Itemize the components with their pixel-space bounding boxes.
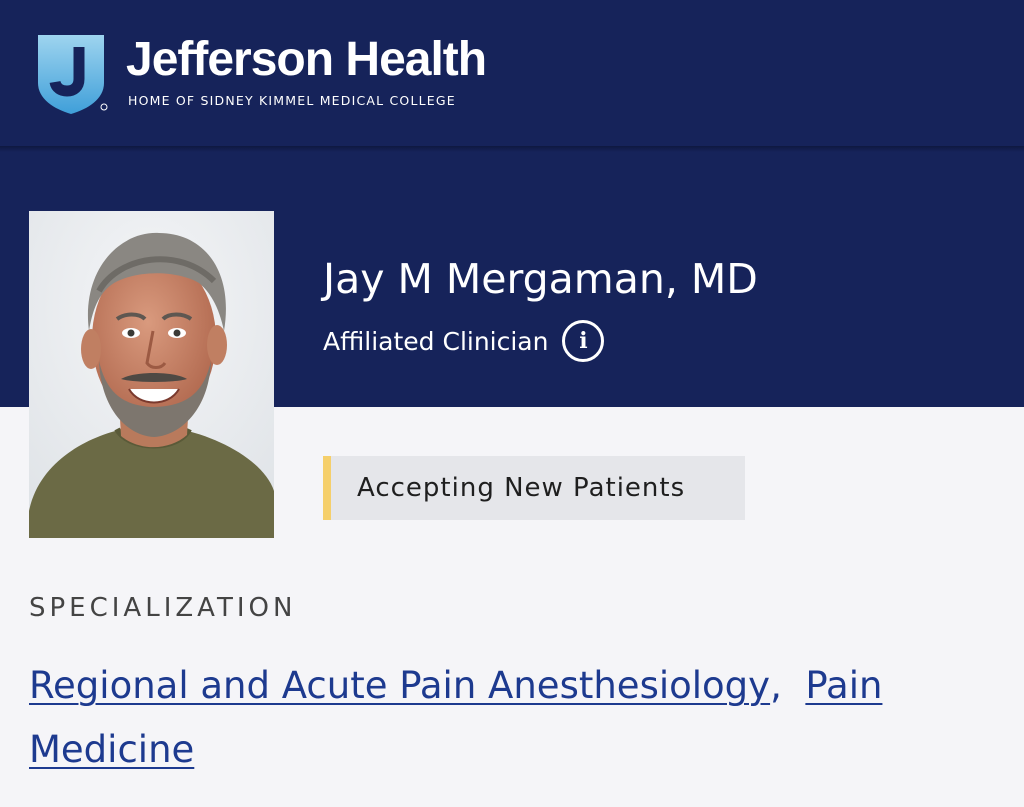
info-icon[interactable]: i: [562, 320, 605, 362]
affiliation-label: Affiliated Clinician: [323, 326, 549, 356]
brand-name[interactable]: Jefferson Health: [126, 32, 487, 87]
specialization-link-regional-acute-pain[interactable]: Regional and Acute Pain Anesthesiology: [29, 664, 770, 707]
jefferson-shield-icon[interactable]: [38, 35, 108, 115]
specialization-separator: ,: [770, 664, 782, 707]
doctor-name: Jay M Mergaman, MD: [323, 255, 758, 304]
specialization-list: Regional and Acute Pain Anesthesiology, …: [29, 654, 989, 782]
doctor-portrait-image: [29, 211, 274, 538]
specialization-heading: SPECIALIZATION: [29, 593, 297, 623]
brand-tagline: HOME OF SIDNEY KIMMEL MEDICAL COLLEGE: [128, 93, 456, 108]
status-badge: Accepting New Patients: [323, 456, 745, 520]
info-icon-glyph: i: [579, 328, 588, 354]
site-header: Jefferson Health HOME OF SIDNEY KIMMEL M…: [0, 0, 1024, 146]
affiliation-row: Affiliated Clinician i: [323, 318, 605, 364]
doctor-photo: [29, 211, 274, 538]
status-badge-text: Accepting New Patients: [357, 473, 686, 503]
